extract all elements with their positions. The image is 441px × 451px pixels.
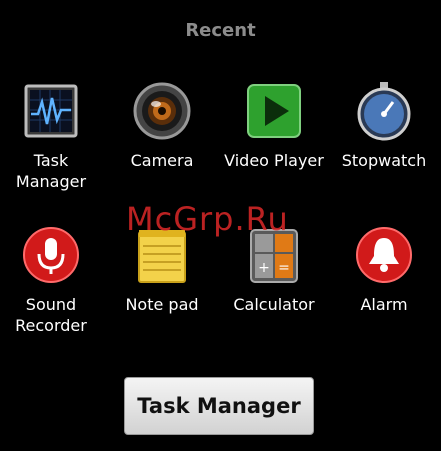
- app-label: Calculator: [233, 295, 315, 314]
- alarm-icon: [353, 224, 415, 286]
- app-label: Camera: [130, 151, 194, 170]
- app-label: Video Player: [224, 151, 324, 170]
- task-manager-icon: [20, 80, 82, 142]
- svg-text:=: =: [278, 260, 290, 276]
- video-player-icon: [243, 80, 305, 142]
- app-label: Stopwatch: [341, 151, 427, 170]
- app-sound-recorder[interactable]: Sound Recorder: [0, 224, 106, 336]
- camera-icon: [131, 80, 193, 142]
- task-manager-button[interactable]: Task Manager: [124, 377, 314, 435]
- app-label: Sound Recorder: [15, 295, 87, 335]
- app-video-player[interactable]: Video Player: [219, 80, 329, 171]
- sound-recorder-icon: [20, 224, 82, 286]
- svg-text:+: +: [258, 260, 270, 276]
- app-label: Note pad: [125, 295, 199, 314]
- app-label: Task Manager: [15, 151, 87, 191]
- watermark-text: McGrp.Ru: [126, 200, 289, 238]
- app-task-manager[interactable]: Task Manager: [0, 80, 106, 192]
- app-label: Alarm: [360, 295, 408, 314]
- app-alarm[interactable]: Alarm: [329, 224, 439, 315]
- stopwatch-icon: [353, 80, 415, 142]
- app-camera[interactable]: Camera: [107, 80, 217, 171]
- dialog-title: Recent: [185, 20, 256, 41]
- app-stopwatch[interactable]: Stopwatch: [329, 80, 439, 171]
